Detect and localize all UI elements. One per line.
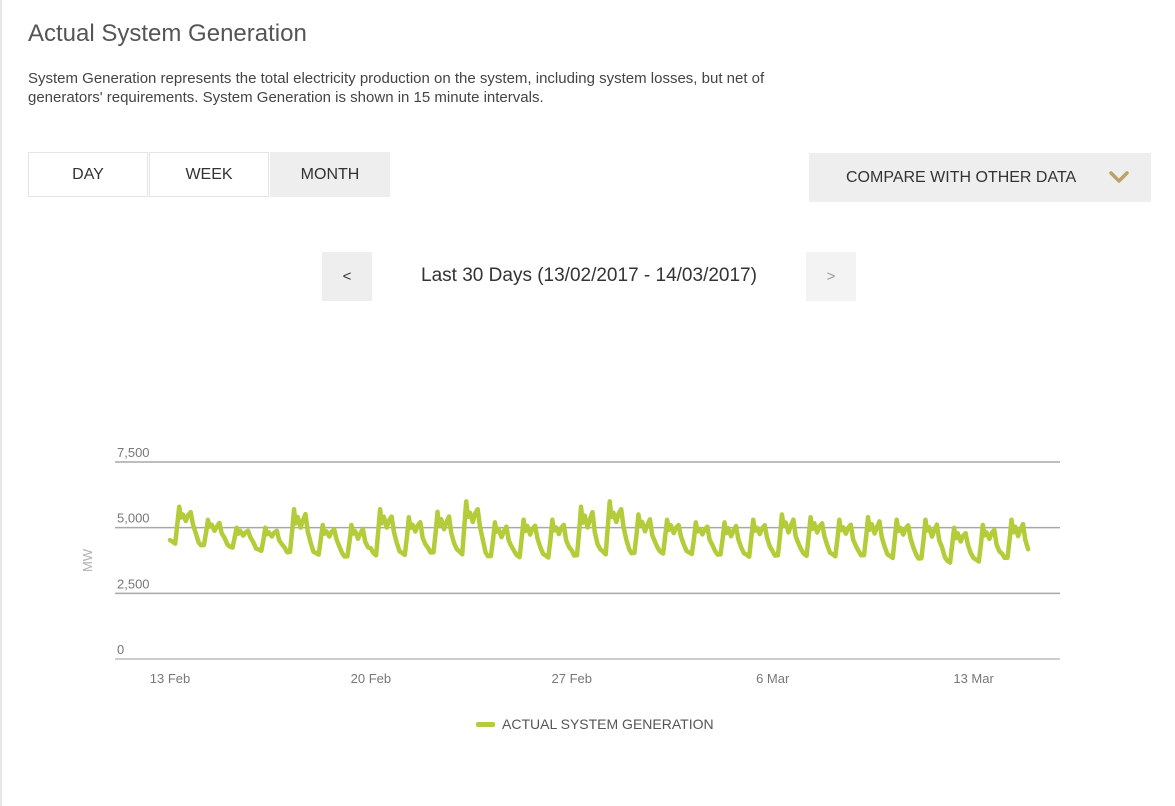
y-tick-label: 7,500: [117, 445, 150, 460]
x-tick-label: 6 Mar: [756, 671, 790, 686]
generation-line-chart: 0 2,500 5,000 7,500 13 Feb 20 Feb 27 Feb 6 Mar…: [80, 445, 1060, 686]
period-label: Last 30 Days (13/02/2017 - 14/03/2017): [421, 265, 757, 286]
tab-month[interactable]: MONTH: [270, 152, 390, 197]
tab-day[interactable]: DAY: [28, 152, 148, 197]
range-tabs: DAY WEEK MONTH: [28, 152, 391, 197]
next-period-button[interactable]: >: [806, 252, 856, 301]
chevron-down-icon: [1109, 170, 1129, 189]
tab-week[interactable]: WEEK: [149, 152, 269, 197]
page-description: System Generation represents the total e…: [28, 70, 765, 106]
chart-legend[interactable]: ACTUAL SYSTEM GENERATION: [476, 716, 714, 732]
compare-dropdown[interactable]: COMPARE WITH OTHER DATA: [809, 153, 1151, 202]
x-tick-label: 27 Feb: [552, 671, 592, 686]
x-tick-label: 13 Feb: [150, 671, 190, 686]
y-tick-label: 0: [117, 642, 124, 657]
legend-swatch: [476, 721, 495, 727]
legend-label: ACTUAL SYSTEM GENERATION: [502, 716, 714, 732]
y-axis-title: MW: [80, 548, 95, 572]
y-axis-ticks: 0 2,500 5,000 7,500: [117, 445, 150, 657]
x-axis-ticks: 13 Feb 20 Feb 27 Feb 6 Mar 13 Mar: [150, 671, 995, 686]
series-line-actual-system-generation: [167, 499, 1031, 565]
compare-dropdown-label: COMPARE WITH OTHER DATA: [846, 168, 1077, 186]
previous-period-button[interactable]: <: [322, 252, 372, 301]
x-tick-label: 13 Mar: [953, 671, 994, 686]
y-tick-label: 2,500: [117, 576, 150, 591]
page-title: Actual System Generation: [28, 20, 307, 47]
x-tick-label: 20 Feb: [351, 671, 391, 686]
y-tick-label: 5,000: [117, 511, 150, 526]
